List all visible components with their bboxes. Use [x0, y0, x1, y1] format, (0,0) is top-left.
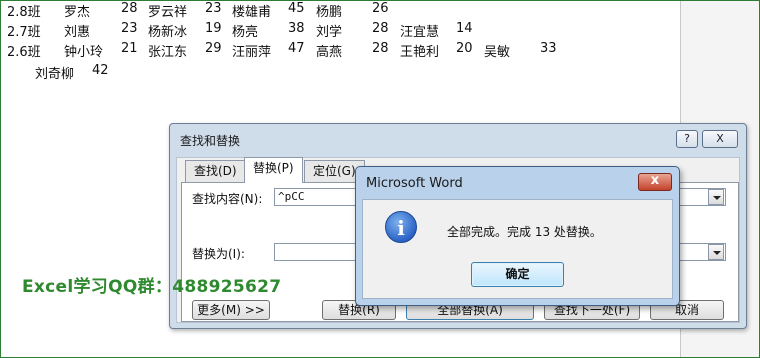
close-icon: x — [650, 173, 660, 188]
score-cell: 21 — [121, 41, 138, 56]
find-label: 查找内容(N): — [192, 192, 263, 206]
name-cell: 杨亮 — [232, 25, 259, 40]
dialog-title: 查找和替换 — [180, 134, 241, 148]
name-cell: 杨新冰 — [148, 25, 188, 40]
class-cell: 2.8班 — [7, 5, 41, 20]
info-icon: i — [385, 211, 417, 243]
replace-label: 替换为(I): — [192, 247, 245, 261]
name-cell: 刘惠 — [64, 25, 91, 40]
class-cell: 2.7班 — [7, 25, 41, 40]
name-cell: 王艳利 — [400, 45, 440, 60]
replace-dropdown-icon[interactable] — [708, 244, 724, 260]
word-message-box: Microsoft Word x i 全部完成。完成 13 处替换。 确定 — [355, 166, 680, 306]
help-button[interactable]: ? — [676, 130, 698, 148]
class-cell: 2.6班 — [7, 45, 41, 60]
score-cell: 38 — [288, 21, 305, 36]
score-cell: 47 — [288, 41, 305, 56]
more-button[interactable]: 更多(M) >> — [192, 300, 270, 320]
name-cell: 刘学 — [316, 25, 343, 40]
message-box-body: i 全部完成。完成 13 处替换。 确定 — [362, 199, 673, 299]
score-cell: 29 — [205, 41, 222, 56]
name-cell: 汪宜慧 — [400, 25, 440, 40]
score-cell: 28 — [121, 1, 138, 16]
message-box-title: Microsoft Word — [366, 176, 463, 191]
name-cell: 刘奇柳 — [35, 67, 75, 82]
name-cell: 张江东 — [148, 45, 188, 60]
name-cell: 钟小玲 — [64, 45, 104, 60]
name-cell: 吴敏 — [484, 45, 511, 60]
tab-find[interactable]: 查找(D) — [185, 160, 246, 182]
score-cell: 33 — [540, 41, 557, 56]
message-box-close-button[interactable]: x — [638, 173, 672, 191]
score-cell: 42 — [92, 63, 109, 78]
name-cell: 罗杰 — [64, 5, 91, 20]
score-cell: 28 — [372, 21, 389, 36]
name-cell: 罗云祥 — [148, 5, 188, 20]
score-cell: 19 — [205, 21, 222, 36]
score-cell: 20 — [456, 41, 473, 56]
dialog-close-button[interactable]: X — [702, 130, 738, 148]
watermark-text: Excel学习QQ群：488925627 — [22, 277, 282, 297]
score-cell: 23 — [121, 21, 138, 36]
name-cell: 高燕 — [316, 45, 343, 60]
tab-replace[interactable]: 替换(P) — [244, 157, 303, 183]
find-dropdown-icon[interactable] — [708, 189, 724, 205]
name-cell: 楼雄甫 — [232, 5, 272, 20]
score-cell: 45 — [288, 1, 305, 16]
ok-button[interactable]: 确定 — [471, 262, 564, 287]
score-cell: 23 — [205, 1, 222, 16]
score-cell: 28 — [372, 41, 389, 56]
name-cell: 杨鹏 — [316, 5, 343, 20]
info-glyph: i — [397, 216, 405, 240]
name-cell: 汪丽萍 — [232, 45, 272, 60]
message-text: 全部完成。完成 13 处替换。 — [447, 225, 602, 239]
score-cell: 14 — [456, 21, 473, 36]
score-cell: 26 — [372, 1, 389, 16]
